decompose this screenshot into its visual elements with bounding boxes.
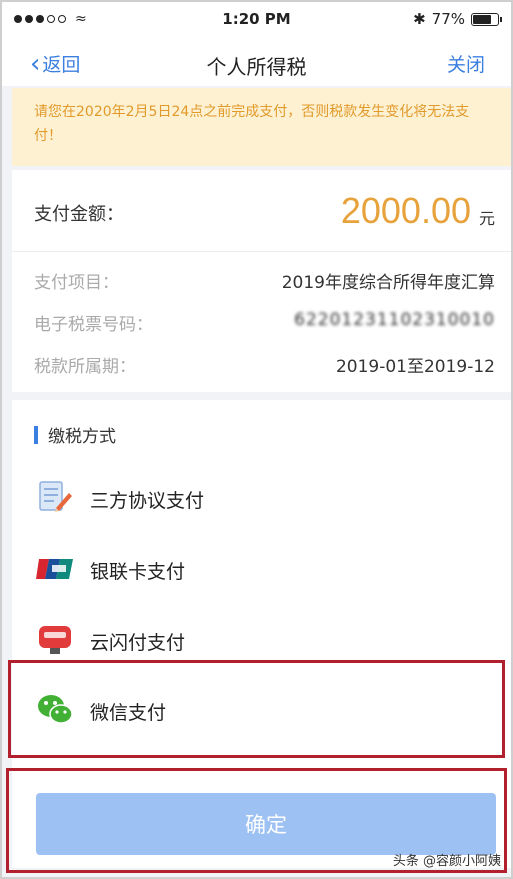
amount-value: 2000.00 — [340, 190, 471, 231]
amount-label: 支付金额： — [34, 204, 124, 225]
pay-method-unionpay[interactable]: 银联卡支付 — [12, 533, 511, 603]
bluetooth-icon: ✱ — [413, 10, 426, 28]
info-row-ticket: 电子税票号码： 62201231102310010 — [34, 302, 495, 342]
pay-method-label: 三方协议支付 — [90, 490, 205, 512]
cloud-quickpass-icon — [39, 626, 71, 654]
amount-unit: 元 — [478, 209, 495, 228]
payment-summary-card: 支付金额： 2000.00 元 支付项目： 2019年度综合所得年度汇算 电子税… — [12, 170, 511, 392]
info-value: 2019年度综合所得年度汇算 — [281, 273, 495, 293]
wechat-highlight-box — [8, 660, 505, 758]
agreement-pen-icon — [39, 481, 72, 512]
watermark: 头条 @容颜小阿姨 — [392, 854, 501, 869]
info-key: 电子税票号码： — [34, 315, 153, 335]
battery-percent: 77% — [431, 10, 465, 28]
pay-method-label: 云闪付支付 — [90, 632, 186, 654]
confirm-button[interactable]: 确定 — [36, 793, 496, 855]
close-button[interactable]: 关闭 — [447, 50, 485, 77]
section-title-text: 缴税方式 — [48, 427, 116, 447]
pay-method-agreement[interactable]: 三方协议支付 — [12, 462, 511, 532]
page-title: 个人所得税 — [206, 55, 307, 79]
info-value: 2019-01至2019-12 — [335, 357, 495, 377]
section-title-bar — [34, 425, 38, 444]
status-bar: ≈ 1:20 PM ✱ 77% — [0, 0, 513, 40]
info-row-item: 支付项目： 2019年度综合所得年度汇算 — [34, 260, 495, 300]
info-key: 税款所属期： — [34, 357, 136, 377]
section-title: 缴税方式 — [34, 422, 116, 447]
battery-icon — [471, 12, 502, 26]
navigation-bar: ‹ 返回 个人所得税 关闭 — [0, 40, 513, 86]
unionpay-icon — [36, 559, 73, 579]
info-key: 支付项目： — [34, 273, 119, 293]
info-row-period: 税款所属期： 2019-01至2019-12 — [34, 344, 495, 384]
pay-method-label: 银联卡支付 — [90, 561, 186, 583]
amount-row: 支付金额： 2000.00 元 — [12, 170, 511, 252]
payment-deadline-notice: 请您在2020年2月5日24点之前完成支付，否则税款发生变化将无法支付！ — [12, 88, 511, 166]
info-value-redacted: 62201231102310010 — [294, 310, 495, 330]
